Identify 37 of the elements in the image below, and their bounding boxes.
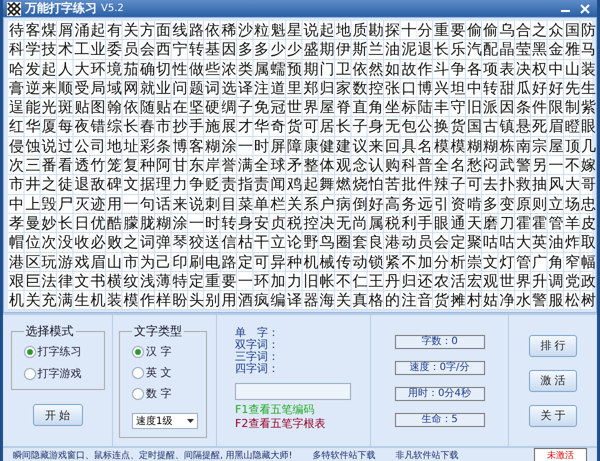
input-field[interactable] (235, 383, 351, 400)
action-button[interactable]: 排 行 (529, 334, 577, 357)
group-title: 选择模式 (24, 323, 74, 340)
stat-display: 用时：0分4秒 (394, 386, 484, 401)
code-label: 三字词： (235, 351, 280, 364)
close-icon (580, 4, 590, 14)
radio-option[interactable]: 汉 字 (132, 344, 200, 360)
radio-option[interactable]: 英 文 (132, 365, 200, 380)
code-label: 单 字： (235, 327, 280, 340)
start-button[interactable]: 开 始 (32, 404, 82, 426)
stat-display: 字数：0 (394, 334, 484, 349)
radio-icon[interactable] (132, 388, 144, 400)
hint-text: F2查看五笔字根表 (235, 417, 326, 432)
ad-link[interactable]: 瞬间隐藏游戏窗口、鼠标连点、定时提醒、间隔提醒, 用黑山隐藏大师! (13, 449, 292, 461)
window-title: 万能打字练习 (25, 0, 97, 17)
group-title: 文字类型 (133, 323, 183, 340)
action-button[interactable]: 关 于 (529, 404, 577, 427)
app-logo-icon (7, 2, 21, 16)
speed-dropdown[interactable]: 速度1级 (132, 413, 198, 430)
radio-icon[interactable] (24, 368, 36, 380)
stat-display: 速度：0字/分 (394, 360, 484, 375)
download-link[interactable]: 多特软件站下载 (312, 449, 376, 461)
radio-option[interactable]: 打字游戏 (24, 366, 98, 382)
hint-text: F1查看五笔编码 (235, 403, 316, 418)
download-link[interactable]: 非凡软件站下载 (395, 449, 458, 461)
stat-display: 生命：5 (394, 412, 484, 427)
code-label: 四字词： (235, 363, 280, 376)
radio-option[interactable]: 打字练习 (24, 344, 98, 360)
activation-status: 未激活 (534, 448, 587, 461)
radio-option[interactable]: 数 字 (132, 386, 200, 402)
caret-icon (187, 419, 194, 424)
radio-icon[interactable] (24, 346, 36, 358)
code-label: 双字词： (235, 339, 280, 352)
version-label: V5.2 (101, 3, 124, 14)
radio-icon[interactable] (132, 366, 144, 379)
action-button[interactable]: 激 活 (529, 370, 577, 392)
radio-icon[interactable] (132, 346, 144, 358)
